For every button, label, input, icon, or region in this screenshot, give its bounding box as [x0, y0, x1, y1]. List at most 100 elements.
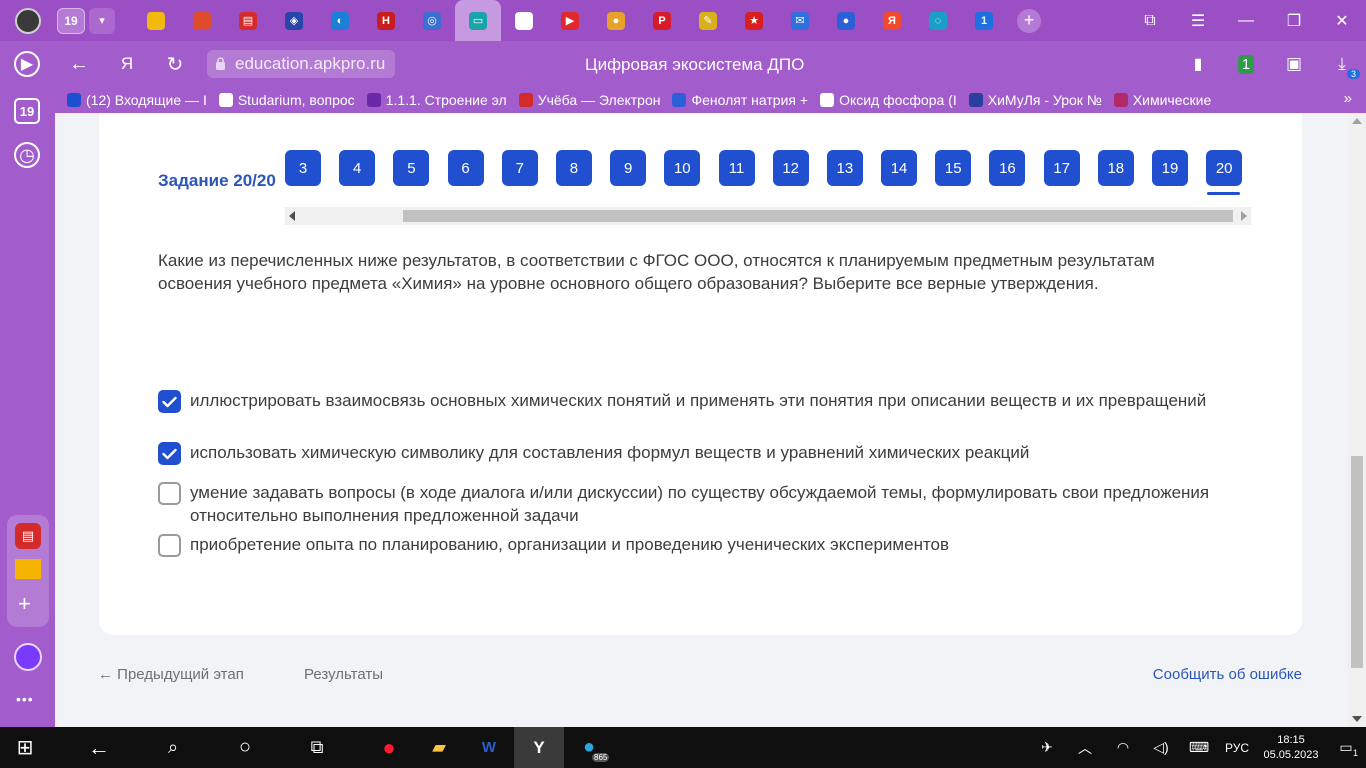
new-tab-button[interactable]: + — [1017, 8, 1041, 33]
answer-checkbox[interactable] — [158, 390, 181, 413]
bookmark-item[interactable]: 1.1.1. Строение эл — [366, 92, 507, 108]
task-number-button[interactable]: 20 — [1206, 150, 1243, 186]
task-view-icon[interactable]: ⧉ — [292, 727, 342, 768]
pinned-tab-one[interactable]: 1 — [961, 0, 1007, 41]
keyboard-icon[interactable]: ⌨ — [1180, 739, 1218, 756]
notification-center-icon[interactable]: ▭ 1 — [1326, 739, 1366, 758]
tab-count-button[interactable]: 19 — [57, 7, 85, 34]
pinned-tab-yandex[interactable]: Я — [869, 0, 915, 41]
answer-checkbox[interactable] — [158, 442, 181, 465]
side-tabs-button[interactable]: 19 — [14, 98, 40, 124]
scroll-right-arrow-icon[interactable] — [1241, 211, 1247, 221]
bookmark-item[interactable]: Оксид фосфора (I — [820, 92, 957, 108]
task-number-button[interactable]: 17 — [1043, 150, 1080, 186]
scroll-left-arrow-icon[interactable] — [289, 211, 295, 221]
taskbar-back-icon[interactable]: ← — [74, 727, 124, 768]
more-dots-icon[interactable]: ••• — [16, 691, 34, 707]
extension-icon[interactable]: 1 — [1222, 41, 1270, 87]
task-number-button[interactable]: 11 — [718, 150, 755, 186]
bookmark-icon[interactable]: ▮ — [1174, 41, 1222, 87]
pinned-tab-windows[interactable] — [133, 0, 179, 41]
task-number-button[interactable]: 16 — [989, 150, 1026, 186]
file-explorer-icon[interactable]: ▰ — [414, 727, 464, 768]
downloads-icon[interactable]: ⤓ 3 — [1318, 41, 1366, 87]
alice-assistant-icon[interactable] — [14, 643, 42, 671]
bookmark-item[interactable]: Учёба — Электрон — [518, 92, 660, 108]
play-icon[interactable]: ▶ — [14, 51, 40, 77]
bookmark-item[interactable]: Фенолят натрия + — [672, 92, 808, 108]
opera-icon[interactable]: ● — [364, 727, 414, 768]
telegram-icon[interactable]: ● 865 — [564, 727, 614, 768]
pinned-tab-microsoft[interactable] — [179, 0, 225, 41]
task-number-button[interactable]: 7 — [501, 150, 538, 186]
task-number-button[interactable]: 13 — [826, 150, 863, 186]
answer-option[interactable]: приобретение опыта по планированию, орга… — [158, 533, 1230, 557]
add-app-icon[interactable]: + — [18, 593, 31, 615]
pinned-tab-video[interactable]: ▶ — [547, 0, 593, 41]
profile-avatar[interactable] — [15, 7, 41, 34]
minimize-button[interactable]: — — [1222, 0, 1270, 41]
pinned-tab-owl[interactable]: ◎ — [409, 0, 455, 41]
task-number-button[interactable]: 8 — [555, 150, 592, 186]
pinned-tab-pinterest[interactable]: P — [639, 0, 685, 41]
horizontal-scroll-thumb[interactable] — [403, 210, 1233, 222]
back-arrow-icon[interactable]: ← — [55, 41, 103, 87]
bookmark-item[interactable]: Химические — [1113, 92, 1211, 108]
task-number-button[interactable]: 9 — [610, 150, 647, 186]
pinned-tab-wave[interactable]: ◌ — [915, 0, 961, 41]
pinned-tab-russia[interactable]: ● — [823, 0, 869, 41]
maximize-button[interactable]: ❐ — [1270, 0, 1318, 41]
word-icon[interactable]: W — [464, 727, 514, 768]
pinned-tab-hammer[interactable]: ✎ — [685, 0, 731, 41]
horizontal-scrollbar[interactable] — [285, 207, 1251, 225]
close-window-button[interactable]: ✕ — [1318, 0, 1366, 41]
answer-checkbox[interactable] — [158, 534, 181, 557]
pinned-tab-document[interactable] — [501, 0, 547, 41]
task-number-button[interactable]: 3 — [285, 150, 321, 186]
history-clock-icon[interactable]: ◷ — [14, 142, 40, 168]
task-number-button[interactable]: 12 — [772, 150, 809, 186]
yandex-browser-taskbar-icon[interactable]: Y — [514, 727, 564, 768]
wifi-icon[interactable]: ◠ — [1104, 739, 1142, 756]
input-language[interactable]: РУС — [1218, 741, 1256, 755]
pinned-tab-star[interactable]: ★ — [731, 0, 777, 41]
vertical-scroll-thumb[interactable] — [1351, 456, 1363, 668]
tray-chevron-up-icon[interactable]: ︿ — [1066, 738, 1104, 758]
pinned-tab-edge[interactable]: ◐ — [317, 0, 363, 41]
address-bar[interactable]: education.apkpro.ru — [207, 50, 396, 78]
task-number-button[interactable]: 14 — [881, 150, 918, 186]
collections-icon[interactable]: ▣ — [1270, 41, 1318, 87]
task-number-button[interactable]: 10 — [664, 150, 701, 186]
people-icon[interactable]: ✈ — [1028, 739, 1066, 756]
notes-app-icon[interactable]: ▤ — [15, 523, 41, 549]
mail-app-icon[interactable] — [15, 559, 41, 579]
task-number-button[interactable]: 5 — [393, 150, 430, 186]
previous-stage-link[interactable]: ← Предыдущий этап — [98, 666, 244, 683]
report-error-link[interactable]: Сообщить об ошибке — [1153, 666, 1302, 683]
answer-option[interactable]: использовать химическую символику для со… — [158, 441, 1230, 465]
pinned-tab-n[interactable]: Н — [363, 0, 409, 41]
system-clock[interactable]: 18:15 05.05.2023 — [1256, 733, 1326, 763]
task-number-button[interactable]: 4 — [339, 150, 376, 186]
pinned-tab-book[interactable]: ▭ — [455, 0, 501, 41]
tabs-overview-icon[interactable]: ⧉ — [1126, 0, 1174, 41]
menu-icon[interactable]: ☰ — [1174, 0, 1222, 41]
pinned-tab-notes[interactable]: ▤ — [225, 0, 271, 41]
windows-start-icon[interactable]: ⊞ — [0, 727, 50, 768]
cortana-icon[interactable]: ○ — [220, 727, 270, 768]
vertical-scrollbar[interactable] — [1348, 113, 1366, 727]
bookmark-item[interactable]: Studarium, вопрос — [218, 92, 355, 108]
tab-list-chevron-icon[interactable]: ▾ — [89, 7, 115, 34]
task-number-button[interactable]: 18 — [1097, 150, 1134, 186]
yandex-home-icon[interactable]: Я — [103, 41, 151, 87]
answer-checkbox[interactable] — [158, 482, 181, 505]
scroll-down-arrow-icon[interactable] — [1352, 716, 1362, 722]
pinned-tab-chrome[interactable]: ● — [593, 0, 639, 41]
task-number-button[interactable]: 6 — [447, 150, 484, 186]
search-icon[interactable]: ⌕ — [148, 727, 198, 768]
pinned-tab-mail[interactable]: ✉ — [777, 0, 823, 41]
bookmark-item[interactable]: (12) Входящие — I — [67, 92, 207, 108]
reload-icon[interactable]: ↻ — [151, 41, 199, 87]
results-link[interactable]: Результаты — [304, 666, 383, 683]
bookmark-item[interactable]: ХиМуЛя - Урок № — [968, 92, 1102, 108]
